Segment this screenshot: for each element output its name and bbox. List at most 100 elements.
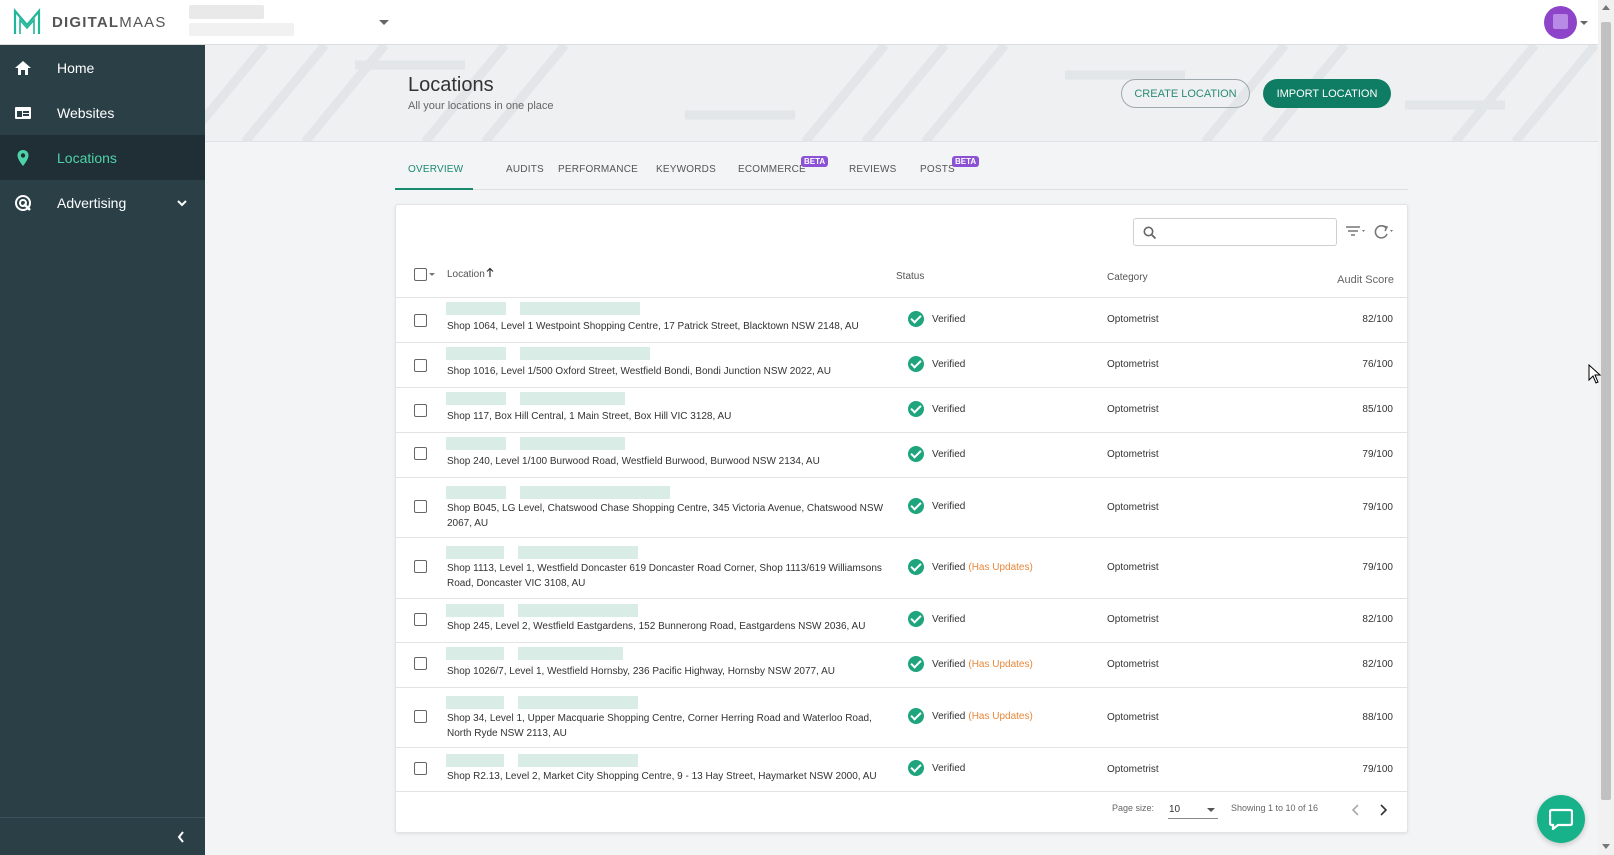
brand-logo[interactable]: DIGITALMAAS bbox=[12, 7, 167, 37]
table-row[interactable]: Shop 34, Level 1, Upper Macquarie Shoppi… bbox=[396, 688, 1407, 748]
location-name[interactable] bbox=[446, 392, 639, 405]
location-name[interactable] bbox=[446, 604, 652, 617]
sidebar-item-advertising[interactable]: Advertising bbox=[0, 180, 205, 225]
table-row[interactable]: Shop 245, Level 2, Westfield Eastgardens… bbox=[396, 599, 1407, 643]
next-page-icon[interactable] bbox=[1378, 804, 1388, 816]
scroll-down-icon[interactable] bbox=[1602, 844, 1610, 850]
sidebar-item-home[interactable]: Home bbox=[0, 45, 205, 90]
row-checkbox[interactable] bbox=[414, 500, 427, 513]
location-name[interactable] bbox=[446, 696, 652, 709]
audit-score: 79/100 bbox=[1362, 764, 1393, 775]
verified-check-icon bbox=[908, 760, 924, 776]
sidebar-item-locations[interactable]: Locations bbox=[0, 135, 205, 180]
location-name[interactable] bbox=[446, 546, 652, 559]
table-row[interactable]: Shop 117, Box Hill Central, 1 Main Stree… bbox=[396, 388, 1407, 433]
user-avatar[interactable] bbox=[1544, 6, 1577, 39]
row-checkbox[interactable] bbox=[414, 359, 427, 372]
has-updates-label[interactable]: (Has Updates) bbox=[968, 659, 1032, 670]
category-cell: Optometrist bbox=[1107, 404, 1159, 415]
chevron-down-icon bbox=[1207, 808, 1215, 812]
status-cell: Verified (Has Updates) bbox=[908, 559, 1033, 575]
sidebar-item-label: Home bbox=[57, 59, 95, 76]
scrollbar-thumb[interactable] bbox=[1601, 22, 1611, 800]
refresh-icon[interactable] bbox=[1372, 222, 1396, 242]
tab-posts[interactable]: POSTS bbox=[920, 164, 955, 175]
import-location-button[interactable]: IMPORT LOCATION bbox=[1263, 79, 1391, 108]
location-name[interactable] bbox=[446, 754, 652, 767]
search-input[interactable] bbox=[1164, 223, 1332, 241]
sort-ascending-icon[interactable] bbox=[486, 267, 494, 278]
filter-icon[interactable] bbox=[1344, 222, 1368, 242]
chat-bubble-icon bbox=[1549, 808, 1573, 830]
row-checkbox[interactable] bbox=[414, 404, 427, 417]
location-address: Shop 240, Level 1/100 Burwood Road, West… bbox=[447, 456, 820, 467]
tab-overview[interactable]: OVERVIEW bbox=[408, 164, 463, 175]
chevron-down-icon[interactable] bbox=[428, 272, 436, 278]
column-header-status: Status bbox=[896, 271, 925, 282]
location-name[interactable] bbox=[446, 347, 664, 360]
tab-bar: OVERVIEW AUDITS PERFORMANCE KEYWORDS ECO… bbox=[395, 156, 1408, 190]
location-name[interactable] bbox=[446, 437, 639, 450]
sidebar-collapse-button[interactable] bbox=[0, 817, 205, 855]
scroll-up-icon[interactable] bbox=[1602, 4, 1610, 10]
verified-check-icon bbox=[908, 356, 924, 372]
status-text: Verified bbox=[932, 403, 966, 415]
location-address: Shop R2.13, Level 2, Market City Shoppin… bbox=[447, 771, 877, 782]
chevron-down-icon bbox=[177, 200, 187, 207]
status-cell: Verified bbox=[908, 356, 965, 372]
location-name[interactable] bbox=[446, 486, 684, 499]
category-cell: Optometrist bbox=[1107, 614, 1159, 625]
table-row[interactable]: Shop B045, LG Level, Chatswood Chase Sho… bbox=[396, 478, 1407, 538]
locations-table-card: Location Status Category Audit Score Sho… bbox=[395, 204, 1408, 833]
location-address: Shop B045, LG Level, Chatswood Chase Sho… bbox=[447, 503, 884, 529]
status-text: Verified bbox=[932, 500, 966, 512]
chat-button[interactable] bbox=[1537, 795, 1585, 843]
select-all-checkbox[interactable] bbox=[414, 268, 427, 281]
status-cell: Verified (Has Updates) bbox=[908, 656, 1033, 672]
table-row[interactable]: Shop 1026/7, Level 1, Westfield Hornsby,… bbox=[396, 643, 1407, 688]
top-bar: DIGITALMAAS bbox=[0, 0, 1598, 45]
audit-score: 82/100 bbox=[1362, 614, 1393, 625]
location-name[interactable] bbox=[446, 647, 637, 660]
table-row[interactable]: Shop 1016, Level 1/500 Oxford Street, We… bbox=[396, 343, 1407, 388]
sidebar-item-websites[interactable]: Websites bbox=[0, 90, 205, 135]
location-name[interactable] bbox=[446, 302, 654, 315]
tab-audits[interactable]: AUDITS bbox=[506, 164, 544, 175]
pagination-bar: Page size: 10 Showing 1 to 10 of 16 bbox=[396, 785, 1407, 825]
location-address: Shop 1064, Level 1 Westpoint Shopping Ce… bbox=[447, 321, 859, 332]
search-icon bbox=[1143, 226, 1157, 240]
category-cell: Optometrist bbox=[1107, 764, 1159, 775]
chevron-down-icon[interactable] bbox=[1580, 21, 1588, 25]
row-checkbox[interactable] bbox=[414, 710, 427, 723]
tab-performance[interactable]: PERFORMANCE bbox=[558, 164, 638, 175]
tab-reviews[interactable]: REVIEWS bbox=[849, 164, 897, 175]
table-row[interactable]: Shop 1064, Level 1 Westpoint Shopping Ce… bbox=[396, 298, 1407, 343]
tab-keywords[interactable]: KEYWORDS bbox=[656, 164, 716, 175]
chevron-down-icon bbox=[379, 20, 389, 25]
status-text: Verified bbox=[932, 561, 966, 573]
page-scrollbar[interactable] bbox=[1598, 0, 1614, 855]
column-header-audit-score[interactable]: Audit Score bbox=[1337, 274, 1394, 286]
previous-page-icon[interactable] bbox=[1351, 804, 1361, 816]
verified-check-icon bbox=[908, 611, 924, 627]
row-checkbox[interactable] bbox=[414, 657, 427, 670]
column-header-location[interactable]: Location bbox=[447, 269, 485, 280]
has-updates-label[interactable]: (Has Updates) bbox=[968, 562, 1032, 573]
table-row[interactable]: Shop 1113, Level 1, Westfield Doncaster … bbox=[396, 538, 1407, 599]
logo-icon bbox=[13, 8, 41, 34]
tab-ecommerce[interactable]: ECOMMERCE bbox=[738, 164, 806, 175]
row-checkbox[interactable] bbox=[414, 447, 427, 460]
row-checkbox[interactable] bbox=[414, 560, 427, 573]
has-updates-label[interactable]: (Has Updates) bbox=[968, 711, 1032, 722]
row-checkbox[interactable] bbox=[414, 314, 427, 327]
page-header: Locations All your locations in one plac… bbox=[205, 45, 1598, 142]
table-row[interactable]: Shop 240, Level 1/100 Burwood Road, West… bbox=[396, 433, 1407, 478]
row-checkbox[interactable] bbox=[414, 613, 427, 626]
row-checkbox[interactable] bbox=[414, 762, 427, 775]
location-address: Shop 117, Box Hill Central, 1 Main Stree… bbox=[447, 411, 732, 422]
beta-badge: BETA bbox=[801, 156, 829, 167]
create-location-button[interactable]: CREATE LOCATION bbox=[1121, 79, 1250, 108]
home-icon bbox=[15, 61, 31, 75]
account-selector[interactable] bbox=[189, 5, 394, 39]
page-size-select[interactable]: 10 bbox=[1168, 802, 1218, 819]
